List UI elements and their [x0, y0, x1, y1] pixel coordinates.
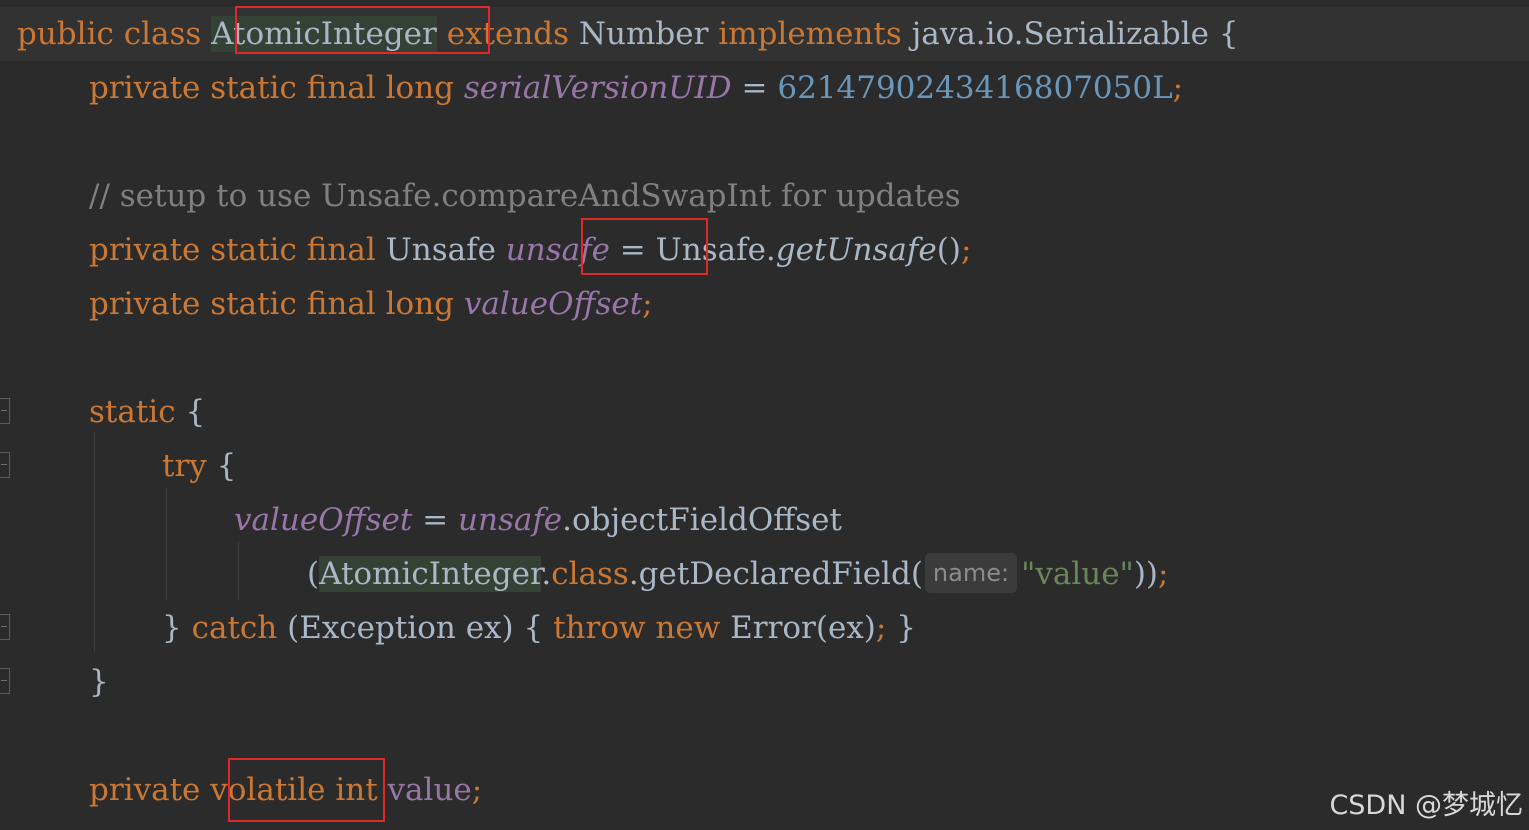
dot: .: [541, 556, 552, 592]
keyword-class: class: [123, 16, 202, 52]
keyword-extends: extends: [446, 16, 570, 52]
keyword-catch: catch: [191, 610, 278, 646]
keyword-long: long: [385, 70, 454, 106]
empty-parens: (): [936, 232, 961, 268]
code-line-volatile-value[interactable]: private volatile int value;: [0, 763, 482, 817]
close-brace: }: [896, 610, 916, 646]
keyword-static: static: [210, 70, 297, 106]
keyword-implements: implements: [718, 16, 902, 52]
method-get-declared-field[interactable]: getDeclaredField(: [639, 556, 923, 592]
keyword-final: final: [306, 70, 376, 106]
code-line-static-block[interactable]: static {: [0, 385, 205, 439]
keyword-int: int: [335, 772, 378, 808]
semicolon: ;: [471, 772, 483, 808]
open-brace: {: [185, 394, 206, 430]
code-line-class-declaration[interactable]: public class AtomicInteger extends Numbe…: [0, 7, 1529, 61]
semicolon: ;: [960, 232, 972, 268]
error-constructor-call[interactable]: Error(ex): [730, 610, 876, 646]
keyword-volatile: volatile: [210, 772, 326, 808]
keyword-private: private: [89, 772, 201, 808]
open-brace: {: [523, 610, 544, 646]
code-line-get-declared-field[interactable]: (AtomicInteger.class.getDeclaredField(na…: [0, 547, 1168, 601]
equals-operator: =: [422, 502, 449, 538]
exception-clause[interactable]: (Exception ex): [287, 610, 514, 646]
method-get-unsafe[interactable]: getUnsafe: [776, 232, 937, 268]
class-name[interactable]: AtomicInteger: [211, 16, 437, 52]
string-value-literal: "value": [1021, 556, 1134, 592]
keyword-static: static: [89, 394, 176, 430]
close-brace: }: [162, 610, 182, 646]
open-brace: {: [1218, 16, 1239, 52]
open-brace: {: [216, 448, 237, 484]
keyword-public: public: [17, 16, 114, 52]
keyword-private: private: [89, 70, 201, 106]
semicolon: ;: [1158, 556, 1169, 592]
code-line-catch[interactable]: } catch (Exception ex) { throw new Error…: [0, 601, 916, 655]
keyword-private: private: [89, 286, 201, 322]
type-number[interactable]: Number: [579, 16, 709, 52]
code-line-static-close[interactable]: }: [0, 655, 109, 709]
semicolon: ;: [1172, 70, 1184, 106]
dot: .: [628, 556, 639, 592]
code-line-value-offset-assign[interactable]: valueOffset = unsafe.objectFieldOffset: [0, 493, 842, 547]
method-object-field-offset[interactable]: objectFieldOffset: [572, 502, 842, 538]
semicolon: ;: [875, 610, 887, 646]
keyword-static: static: [210, 286, 297, 322]
code-line-try[interactable]: try {: [0, 439, 236, 493]
open-paren: (: [307, 556, 320, 592]
comment-text: // setup to use Unsafe.compareAndSwapInt…: [89, 178, 961, 214]
field-serial-version-uid[interactable]: serialVersionUID: [464, 70, 732, 106]
field-unsafe[interactable]: unsafe: [458, 502, 562, 538]
code-line-serial-version[interactable]: private static final long serialVersionU…: [0, 61, 1183, 115]
keyword-static: static: [210, 232, 297, 268]
unsafe-class-ref[interactable]: Unsafe.: [656, 232, 776, 268]
semicolon: ;: [642, 286, 653, 322]
field-value-offset[interactable]: valueOffset: [464, 286, 642, 322]
keyword-try: try: [162, 448, 207, 484]
code-line-comment[interactable]: // setup to use Unsafe.compareAndSwapInt…: [0, 169, 961, 223]
field-value[interactable]: value: [388, 772, 472, 808]
type-unsafe[interactable]: Unsafe: [386, 232, 496, 268]
keyword-long: long: [385, 286, 454, 322]
dot: .: [562, 502, 573, 538]
keyword-class: class: [551, 556, 629, 592]
serial-value-literal: 6214790243416807050L: [777, 70, 1173, 106]
keyword-final: final: [306, 286, 376, 322]
field-value-offset[interactable]: valueOffset: [234, 502, 412, 538]
equals-operator: =: [619, 232, 646, 268]
csdn-watermark: CSDN @梦城忆: [1329, 790, 1523, 821]
code-line-value-offset-field[interactable]: private static final long valueOffset;: [0, 277, 653, 331]
type-serializable[interactable]: java.io.Serializable: [912, 16, 1209, 52]
class-name-usage[interactable]: AtomicInteger: [319, 556, 542, 592]
close-parens: )): [1133, 556, 1159, 592]
keyword-private: private: [89, 232, 201, 268]
field-unsafe[interactable]: unsafe: [506, 232, 610, 268]
close-brace: }: [89, 664, 109, 700]
code-line-unsafe-field[interactable]: private static final Unsafe unsafe = Uns…: [0, 223, 971, 277]
keyword-new: new: [655, 610, 721, 646]
code-editor[interactable]: public class AtomicInteger extends Numbe…: [0, 0, 1529, 830]
parameter-name-hint: name:: [924, 553, 1018, 593]
keyword-final: final: [306, 232, 376, 268]
keyword-throw: throw: [553, 610, 646, 646]
equals-operator: =: [741, 70, 768, 106]
